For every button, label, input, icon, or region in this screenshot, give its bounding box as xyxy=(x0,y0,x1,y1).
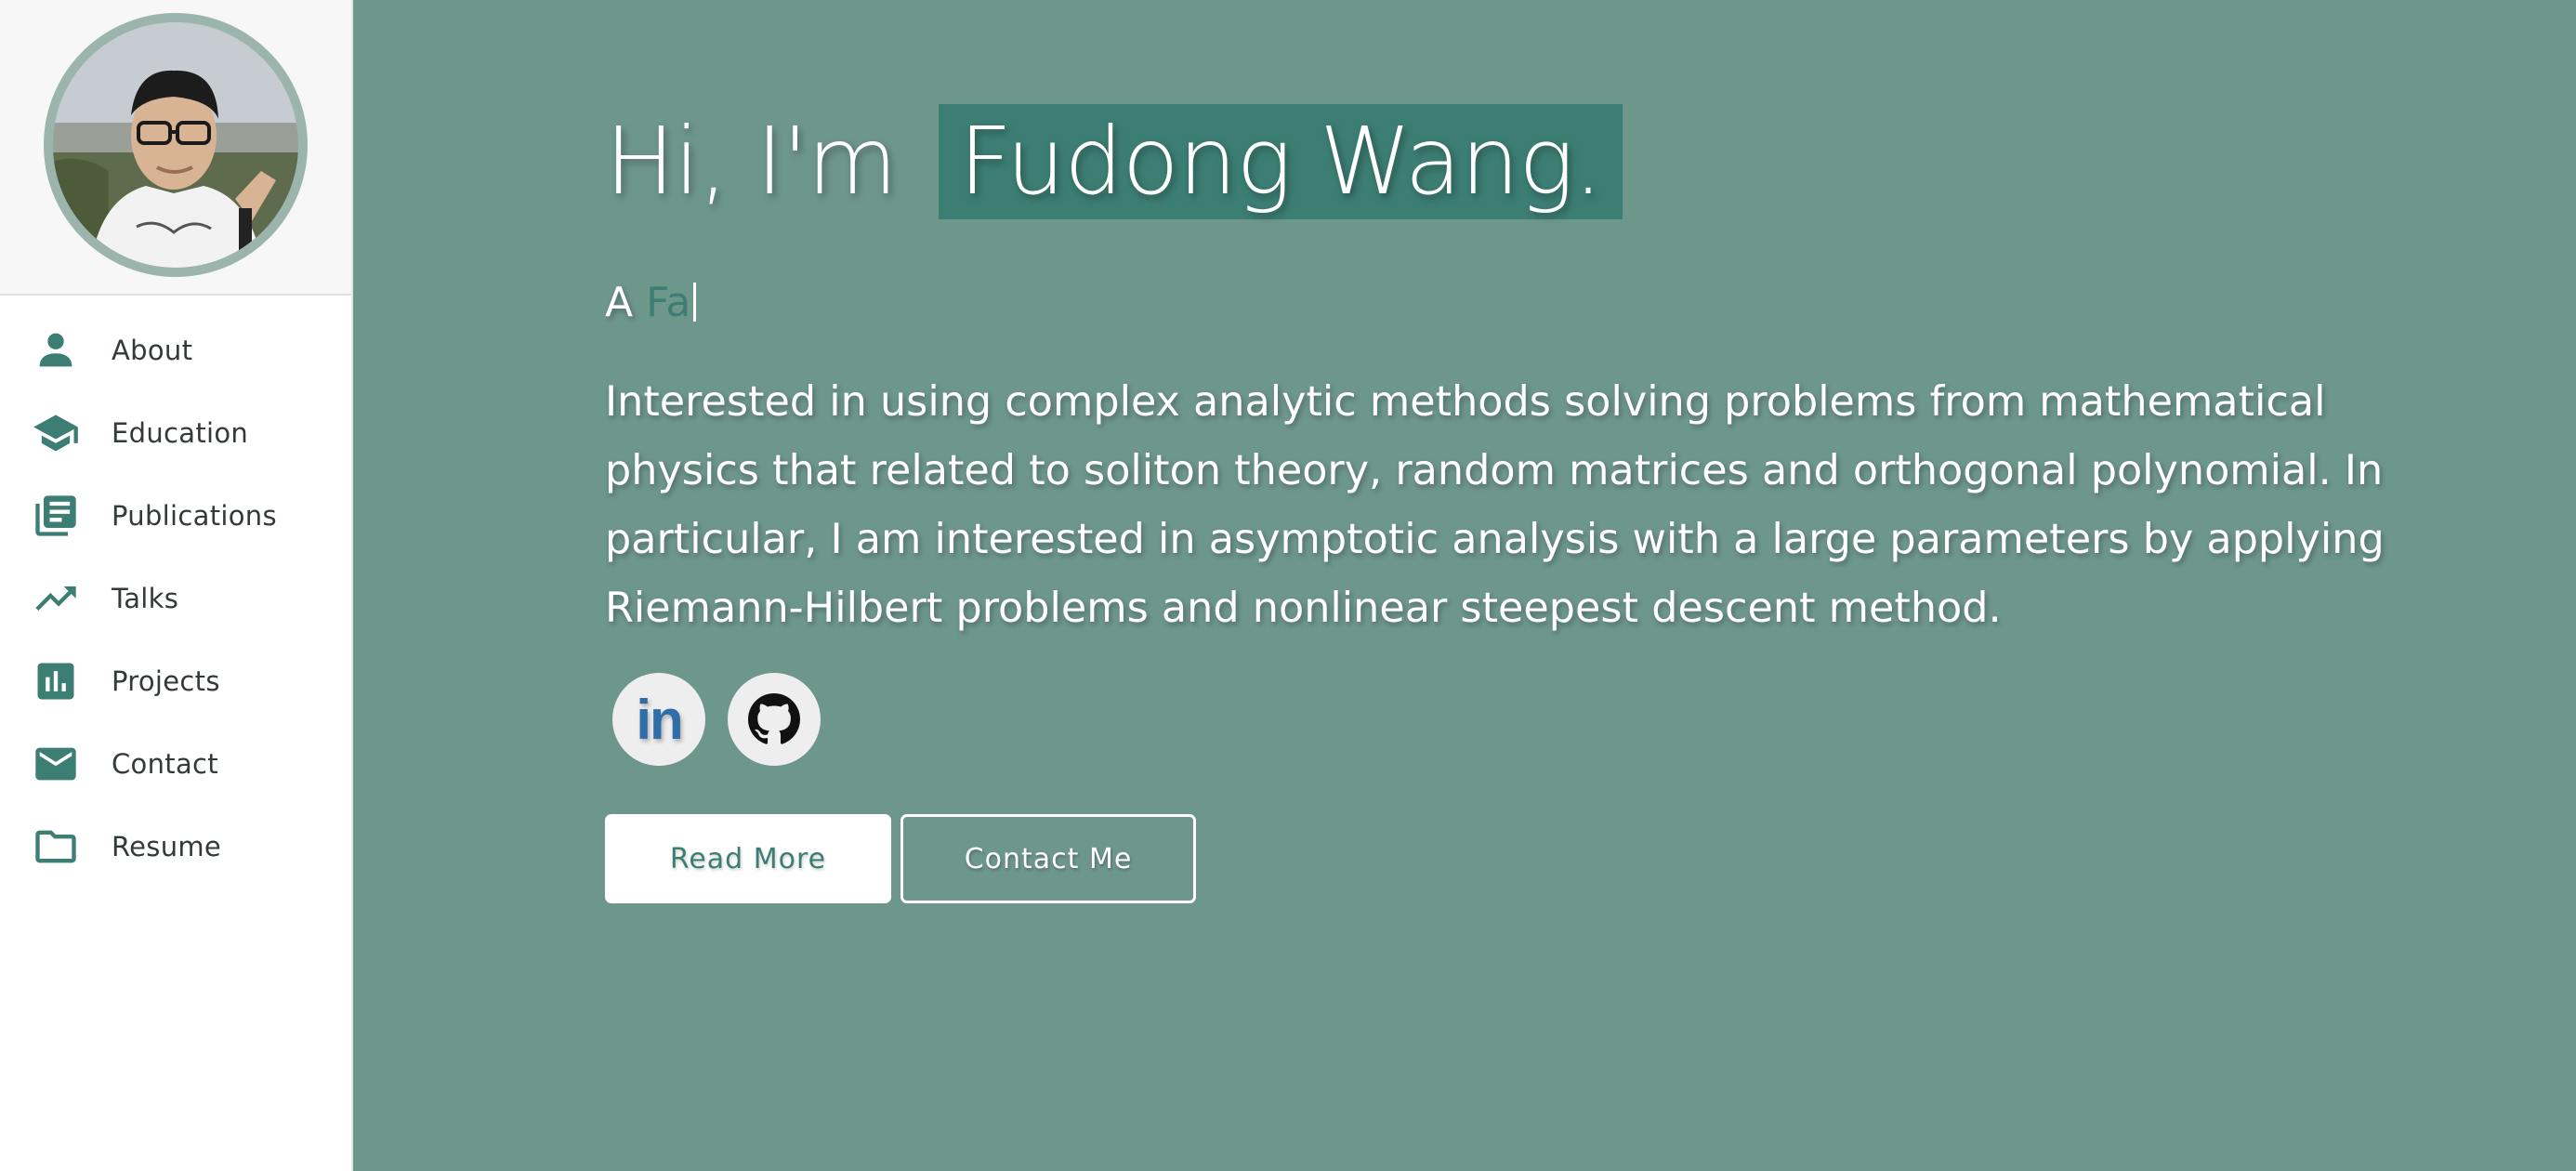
sidebar-item-label: About xyxy=(112,334,193,366)
linkedin-icon: in xyxy=(636,688,683,751)
library-books-icon xyxy=(30,490,82,542)
github-button[interactable] xyxy=(728,673,821,766)
read-more-button[interactable]: Read More xyxy=(605,814,891,903)
trending-up-icon xyxy=(30,572,82,625)
github-icon xyxy=(748,693,800,744)
graduation-cap-icon xyxy=(30,407,82,459)
sidebar-item-label: Publications xyxy=(112,499,277,532)
hero-title: Hi, I'm Fudong Wang. xyxy=(605,104,2464,219)
contact-me-button[interactable]: Contact Me xyxy=(900,814,1196,903)
avatar-photo xyxy=(53,22,298,268)
person-icon xyxy=(30,324,82,376)
hero-greeting: Hi, I'm xyxy=(605,107,898,216)
typed-prefix: A xyxy=(605,279,634,326)
typed-word: Fa xyxy=(646,279,691,326)
mail-icon xyxy=(30,738,82,790)
avatar xyxy=(44,13,308,277)
sidebar-item-projects[interactable]: Projects xyxy=(0,639,351,722)
typed-subtitle: A Fa xyxy=(605,279,2464,327)
sidebar-item-talks[interactable]: Talks xyxy=(0,557,351,639)
sidebar-item-label: Resume xyxy=(112,830,222,862)
sidebar-item-about[interactable]: About xyxy=(0,309,351,391)
sidebar: About Education Publications Talks Proje… xyxy=(0,0,353,1171)
main-content: Hi, I'm Fudong Wang. A Fa Interested in … xyxy=(353,0,2576,1171)
hero-section: Hi, I'm Fudong Wang. A Fa Interested in … xyxy=(605,104,2464,903)
hero-actions: Read More Contact Me xyxy=(605,814,2464,903)
typing-cursor xyxy=(693,283,697,322)
sidebar-header xyxy=(0,0,351,296)
sidebar-item-resume[interactable]: Resume xyxy=(0,805,351,888)
folder-icon xyxy=(30,821,82,873)
sidebar-item-education[interactable]: Education xyxy=(0,391,351,474)
sidebar-item-label: Education xyxy=(112,416,249,449)
sidebar-item-contact[interactable]: Contact xyxy=(0,722,351,805)
sidebar-item-label: Projects xyxy=(112,664,220,697)
hero-description: Interested in using complex analytic met… xyxy=(605,378,2385,632)
sidebar-item-publications[interactable]: Publications xyxy=(0,474,351,557)
sidebar-item-label: Talks xyxy=(112,582,179,614)
bar-chart-icon xyxy=(30,655,82,707)
sidebar-nav: About Education Publications Talks Proje… xyxy=(0,296,351,888)
hero-name: Fudong Wang. xyxy=(938,104,1623,219)
sidebar-item-label: Contact xyxy=(112,747,218,780)
linkedin-button[interactable]: in xyxy=(612,673,705,766)
social-links: in xyxy=(605,673,2464,766)
